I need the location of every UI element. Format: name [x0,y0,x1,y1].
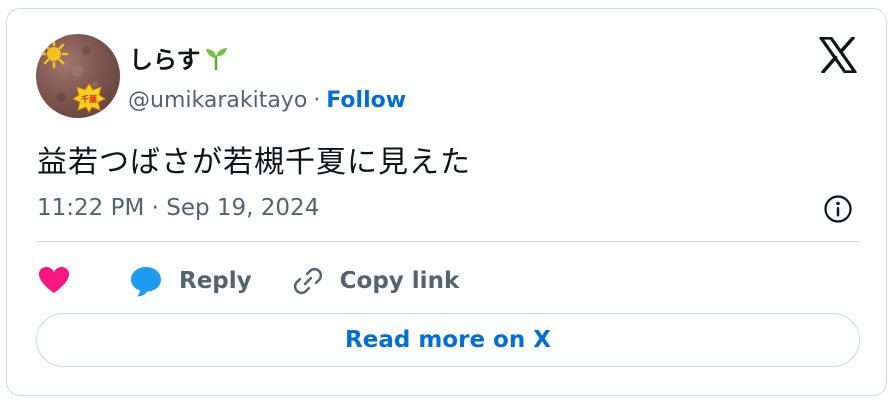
action-bar: Reply Copy link [37,261,459,301]
speech-bubble-icon [131,267,161,297]
chiba-badge-icon: 千葉 [72,83,106,113]
info-icon[interactable] [822,193,854,225]
reply-label: Reply [179,268,252,294]
tweet-timestamp[interactable]: 11:22 PM · Sep 19, 2024 [37,195,319,221]
svg-text:千葉: 千葉 [81,94,98,104]
heart-icon [39,267,69,293]
copy-link-label: Copy link [339,268,460,294]
like-button[interactable] [37,264,71,298]
read-more-on-x-button[interactable]: Read more on X [36,313,860,367]
avatar[interactable]: 千葉 [36,34,120,118]
display-name-text[interactable]: しらす [129,40,201,75]
tweet-text: 益若つばさが若槻千夏に見えた [37,145,471,180]
author-handle[interactable]: @umikarakitayo [128,88,307,113]
link-icon [293,267,322,295]
handle-row: @umikarakitayo · Follow [128,88,406,113]
sun-sticker-icon [40,40,68,68]
x-logo-icon[interactable] [819,37,857,73]
author-display-name[interactable]: しらす [129,40,229,75]
tweet-embed-card: 千葉 しらす @umikarakitayo · Follow 益若つばさが若槻千… [6,8,887,396]
reply-button[interactable]: Reply [129,264,252,298]
divider [36,241,860,242]
sprout-emoji-icon [205,47,227,70]
separator-dot: · [313,88,321,113]
copy-link-button[interactable]: Copy link [292,265,460,297]
follow-button[interactable]: Follow [326,88,406,113]
